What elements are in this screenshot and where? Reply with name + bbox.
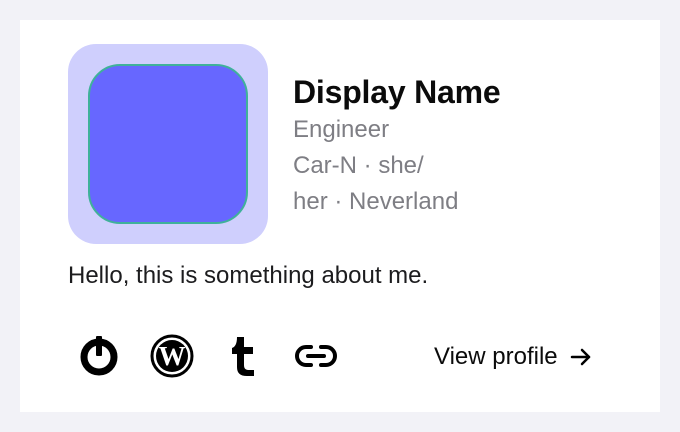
meta-line-1: Car-N · she/ — [293, 152, 424, 179]
power-link[interactable] — [75, 334, 123, 378]
display-name: Display Name — [293, 74, 501, 110]
identity-block: Display Name Engineer Car-N · she/ her ·… — [293, 74, 523, 220]
svg-text:W: W — [159, 341, 186, 371]
tumblr-icon — [223, 334, 263, 378]
arrow-right-icon — [570, 347, 592, 367]
link-icon — [293, 341, 339, 371]
job-title: Engineer — [293, 116, 390, 143]
bio: Hello, this is something about me. — [68, 262, 429, 289]
view-profile-label: View profile — [434, 343, 558, 370]
view-profile-link[interactable]: View profile — [434, 338, 592, 376]
profile-card: Display Name Engineer Car-N · she/ her ·… — [20, 20, 660, 412]
meta-line-2: her · Neverland — [293, 188, 459, 215]
wordpress-icon: W — [149, 333, 195, 379]
wordpress-link[interactable]: W — [148, 334, 196, 378]
link-link[interactable] — [292, 334, 340, 378]
avatar-frame — [68, 44, 268, 244]
power-icon — [77, 334, 121, 378]
tumblr-link[interactable] — [219, 334, 267, 378]
avatar — [88, 64, 248, 224]
